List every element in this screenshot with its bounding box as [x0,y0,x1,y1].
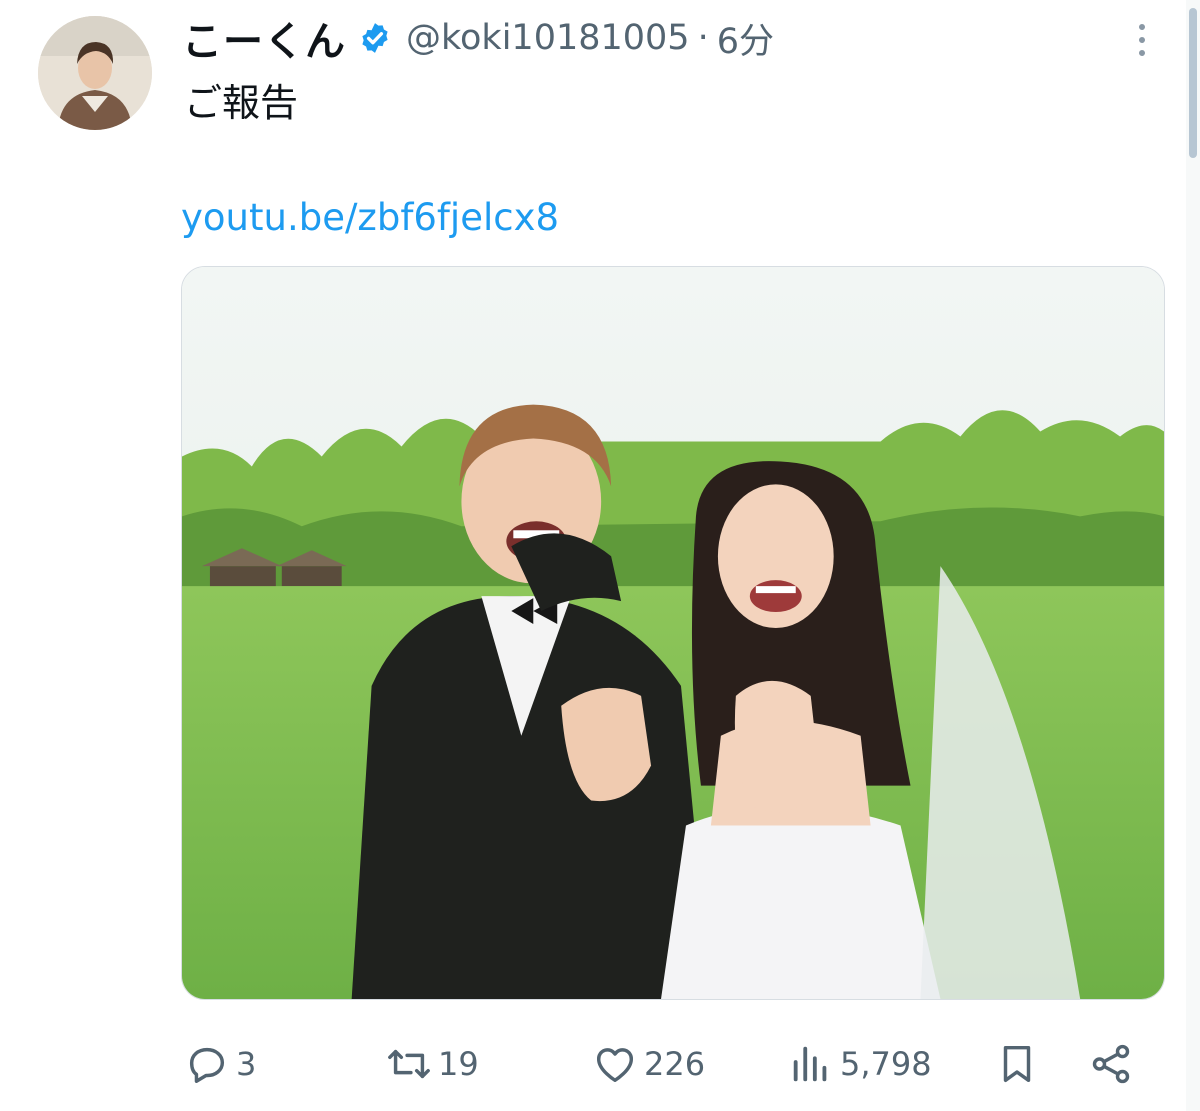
verified-badge-icon [362,23,388,53]
views-bar-chart-icon [793,1046,827,1082]
separator-dot: · [697,18,709,58]
wedding-photo [182,267,1164,999]
retweet-icon [388,1049,430,1079]
like-button[interactable]: 226 [592,1034,705,1094]
retweet-count: 19 [438,1045,479,1083]
bookmark-icon [1003,1045,1031,1083]
more-options-icon [1139,24,1145,30]
avatar[interactable] [38,16,152,130]
avatar-image [38,16,152,130]
share-button[interactable] [1088,1034,1134,1094]
view-count: 5,798 [840,1045,932,1083]
timestamp[interactable]: 6分 [717,13,774,64]
tweet-photo[interactable] [181,266,1165,1000]
scrollbar[interactable] [1186,0,1200,1111]
share-icon [1092,1044,1130,1084]
retweet-button[interactable]: 19 [386,1034,479,1094]
reply-icon [189,1047,225,1083]
display-name[interactable]: こーくん [182,9,346,67]
youtube-link[interactable]: youtu.be/zbf6fjelcx8 [181,196,559,239]
bookmark-button[interactable] [994,1034,1040,1094]
tweet-header: こーくん @koki10181005 · 6分 [182,9,774,67]
reply-button[interactable]: 3 [184,1034,256,1094]
like-count: 226 [644,1045,706,1083]
reply-count: 3 [236,1045,257,1083]
more-options-button[interactable] [1124,18,1160,62]
user-handle[interactable]: @koki10181005 [406,18,690,58]
heart-icon [596,1048,634,1083]
views-button[interactable]: 5,798 [788,1034,932,1094]
tweet-text: ご報告 [184,81,299,125]
tweet-actions: 3 19 226 5,798 [184,1034,1144,1094]
scrollbar-thumb[interactable] [1189,8,1197,158]
